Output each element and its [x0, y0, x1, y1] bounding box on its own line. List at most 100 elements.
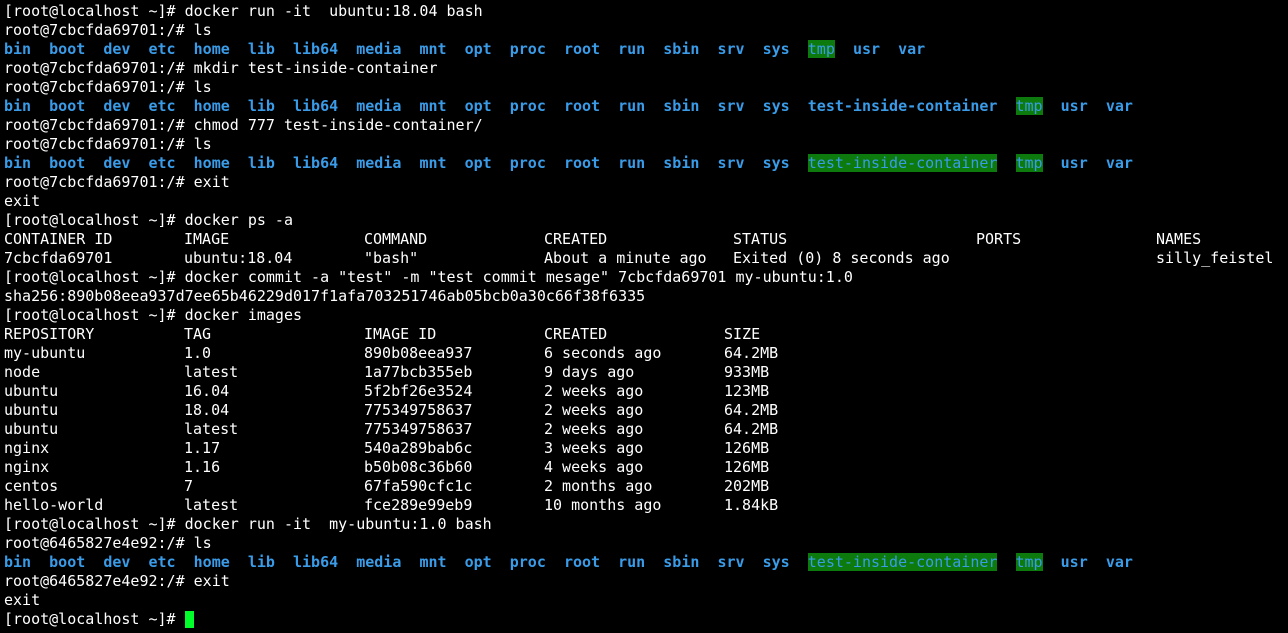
table-cell: node: [4, 363, 41, 381]
directory-entry: test-inside-container: [807, 553, 998, 571]
directory-entry: root: [563, 40, 601, 58]
table-cell: 126MB: [724, 439, 770, 457]
table-cell: 123MB: [724, 382, 770, 400]
table-cell: 64.2MB: [724, 401, 779, 419]
table-cell: 2 months ago: [544, 477, 653, 495]
output-text: root@6465827e4e92:/# ls: [4, 534, 212, 552]
table-cell: 126MB: [724, 458, 770, 476]
directory-entry: lib64: [293, 97, 339, 115]
output-text: [root@localhost ~]# docker commit -a "te…: [4, 268, 853, 286]
table-cell: 4 weeks ago: [544, 458, 644, 476]
table-cell: 10 months ago: [544, 496, 662, 514]
directory-entry: var: [1105, 553, 1133, 571]
table-cell: 540a289bab6c: [364, 439, 473, 457]
table-header-cell: TAG: [184, 325, 212, 343]
table-cell: 775349758637: [364, 401, 473, 419]
output-text: root@7cbcfda69701:/# ls: [4, 135, 212, 153]
directory-entry: root: [563, 553, 601, 571]
directory-entry: dev: [103, 553, 131, 571]
terminal-line: hello-world latest fce289e99eb9 10 months a…: [4, 496, 1288, 515]
table-cell: 775349758637: [364, 420, 473, 438]
output-text: root@6465827e4e92:/# exit: [4, 572, 230, 590]
output-text: root@7cbcfda69701:/# ls: [4, 78, 212, 96]
directory-entry: media: [356, 553, 402, 571]
table-cell: latest: [184, 420, 239, 438]
terminal-line: nginx 1.17 540a289bab6c 3 weeks ago 126MB: [4, 439, 1288, 458]
table-cell: silly_feistel: [1156, 249, 1274, 267]
terminal-line: exit: [4, 192, 1288, 211]
directory-entry: mnt: [419, 40, 447, 58]
table-cell: 5f2bf26e3524: [364, 382, 473, 400]
directory-entry: etc: [148, 154, 176, 172]
table-header-cell: CREATED: [544, 230, 608, 248]
table-cell: 1a77bcb355eb: [364, 363, 473, 381]
directory-entry: proc: [509, 40, 546, 58]
table-cell: 7: [184, 477, 194, 495]
table-cell: 6 seconds ago: [544, 344, 662, 362]
terminal-line: root@7cbcfda69701:/# mkdir test-inside-c…: [4, 59, 1288, 78]
table-cell: 1.16: [184, 458, 221, 476]
directory-entry: var: [898, 40, 926, 58]
directory-entry: usr: [1060, 553, 1088, 571]
output-text: root@7cbcfda69701:/# ls: [4, 21, 212, 39]
table-cell: 890b08eea937: [364, 344, 473, 362]
table-header-cell: IMAGE ID: [364, 325, 437, 343]
terminal-line: [root@localhost ~]# docker run -it my-ub…: [4, 515, 1288, 534]
terminal-line: root@7cbcfda69701:/# ls: [4, 21, 1288, 40]
terminal-line: root@7cbcfda69701:/# chmod 777 test-insi…: [4, 116, 1288, 135]
table-cell: 64.2MB: [724, 420, 779, 438]
directory-entry: sbin: [663, 553, 700, 571]
terminal-line: bin boot dev etc home lib lib64 media mn…: [4, 154, 1288, 173]
table-header-cell: CREATED: [544, 325, 608, 343]
directory-entry: lib: [247, 40, 275, 58]
directory-entry: root: [563, 154, 601, 172]
terminal-window[interactable]: [root@localhost ~]# docker run -it ubunt…: [0, 0, 1288, 633]
table-cell: 3 weeks ago: [544, 439, 644, 457]
terminal-line: my-ubuntu 1.0 890b08eea937 6 seconds ago 64.…: [4, 344, 1288, 363]
terminal-line: nginx 1.16 b50b08c36b60 4 weeks ago 126MB: [4, 458, 1288, 477]
terminal-line: root@7cbcfda69701:/# ls: [4, 78, 1288, 97]
table-cell: my-ubuntu: [4, 344, 86, 362]
directory-entry: opt: [464, 40, 492, 58]
directory-entry: sys: [762, 154, 790, 172]
table-header-cell: SIZE: [724, 325, 761, 343]
terminal-line: bin boot dev etc home lib lib64 media mn…: [4, 553, 1288, 572]
table-header-cell: STATUS: [733, 230, 788, 248]
terminal-line: centos 7 67fa590cfc1c 2 months ago 202MB: [4, 477, 1288, 496]
table-cell: 1.84kB: [724, 496, 779, 514]
directory-entry: mnt: [419, 553, 447, 571]
terminal-line: 7cbcfda69701 ubuntu:18.04 "bash" About a mi…: [4, 249, 1288, 268]
table-cell: ubuntu: [4, 401, 59, 419]
table-cell: fce289e99eb9: [364, 496, 473, 514]
directory-entry: opt: [464, 97, 492, 115]
output-text: [root@localhost ~]# docker run -it ubunt…: [4, 2, 483, 20]
table-cell: 1.17: [184, 439, 221, 457]
directory-entry: media: [356, 154, 402, 172]
directory-entry: run: [618, 40, 646, 58]
terminal-line: [root@localhost ~]# docker ps -a: [4, 211, 1288, 230]
terminal-line: root@7cbcfda69701:/# ls: [4, 135, 1288, 154]
directory-entry: lib: [247, 97, 275, 115]
directory-entry: var: [1105, 97, 1133, 115]
directory-entry: lib64: [293, 154, 339, 172]
directory-entry: lib: [247, 154, 275, 172]
directory-entry: opt: [464, 553, 492, 571]
output-text: root@7cbcfda69701:/# exit: [4, 173, 230, 191]
directory-entry: usr: [852, 40, 881, 58]
directory-entry: sys: [762, 40, 790, 58]
directory-entry: media: [356, 97, 402, 115]
table-cell: latest: [184, 496, 239, 514]
directory-entry: home: [193, 40, 230, 58]
table-header-cell: PORTS: [976, 230, 1022, 248]
directory-entry: mnt: [419, 97, 447, 115]
terminal-line: sha256:890b08eea937d7ee65b46229d017f1afa…: [4, 287, 1288, 306]
directory-entry: sbin: [663, 154, 700, 172]
directory-entry: bin: [4, 97, 32, 115]
terminal-line: [root@localhost ~]# docker commit -a "te…: [4, 268, 1288, 287]
directory-entry: opt: [464, 154, 492, 172]
table-header-cell: NAMES: [1156, 230, 1202, 248]
directory-entry: run: [618, 154, 646, 172]
output-text: sha256:890b08eea937d7ee65b46229d017f1afa…: [4, 287, 646, 305]
output-text: exit: [4, 591, 41, 609]
table-cell: 933MB: [724, 363, 770, 381]
